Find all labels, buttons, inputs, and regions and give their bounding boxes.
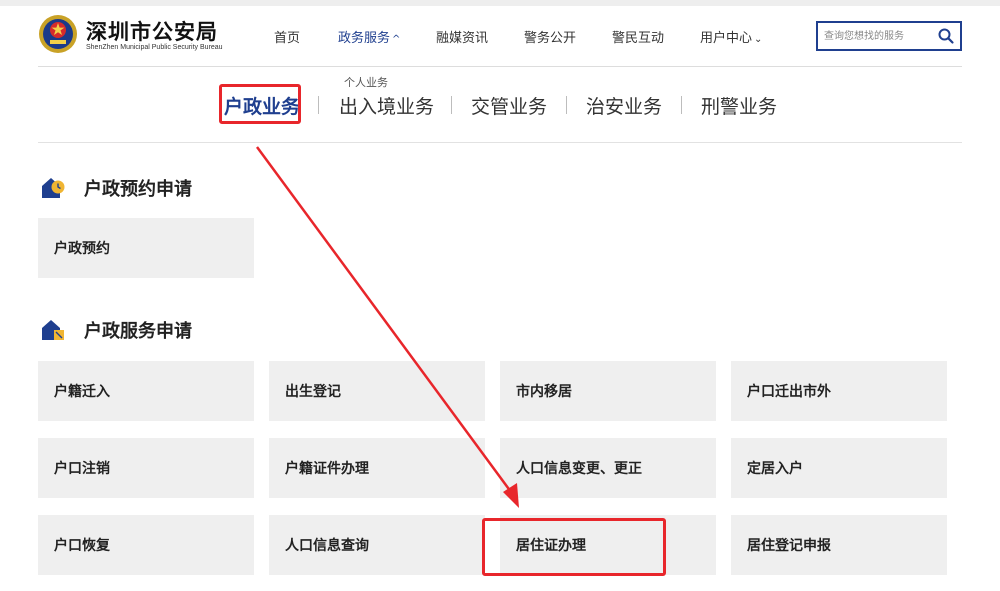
submenu-personal-business[interactable]: 个人业务 — [344, 74, 388, 90]
service-tile[interactable]: 人口信息变更、更正 — [500, 438, 716, 498]
search-icon[interactable] — [937, 27, 955, 45]
site-subtitle: ShenZhen Municipal Public Security Burea… — [86, 44, 223, 51]
service-tile-label: 户籍证件办理 — [285, 461, 369, 477]
nav-home[interactable]: 首页 — [274, 27, 300, 46]
search-input[interactable] — [824, 27, 936, 45]
nav-user-center[interactable]: 用户中心 ⌄ — [700, 27, 762, 46]
service-tile[interactable]: 人口信息查询 — [269, 515, 485, 575]
service-tile-label: 定居入户 — [747, 461, 803, 477]
tab-traffic[interactable]: 交管业务 — [471, 92, 547, 119]
nav-gov-services-label: 政务服务 — [338, 31, 391, 46]
nav-media-news-label: 融媒资讯 — [436, 31, 489, 46]
chevron-up-icon: ^ — [392, 34, 401, 45]
tab-public-security[interactable]: 治安业务 — [586, 92, 662, 119]
site-title: 深圳市公安局 — [86, 20, 218, 44]
service-tile[interactable]: 户口迁出市外 — [731, 361, 947, 421]
nav-police-affairs[interactable]: 警务公开 — [524, 27, 576, 46]
service-tile[interactable]: 户籍证件办理 — [269, 438, 485, 498]
tab-household[interactable]: 户政业务 — [224, 92, 300, 119]
service-tile[interactable]: 居住登记申报 — [731, 515, 947, 575]
service-tile-label: 户口注销 — [54, 461, 110, 477]
section-title-appointment: 户政预约申请 — [84, 179, 192, 200]
service-tile-label: 居住登记申报 — [747, 538, 831, 554]
police-emblem-icon — [39, 15, 77, 53]
service-tile[interactable]: 市内移居 — [500, 361, 716, 421]
nav-interaction[interactable]: 警民互动 — [612, 27, 664, 46]
nav-user-center-label: 用户中心 — [700, 31, 753, 46]
service-tile[interactable]: 户籍迁入 — [38, 361, 254, 421]
search-box — [816, 21, 962, 51]
tab-separator — [318, 96, 319, 114]
nav-home-label: 首页 — [274, 31, 301, 46]
service-tile-label: 出生登记 — [285, 384, 341, 400]
service-tile-label: 户口恢复 — [54, 538, 110, 554]
household-service-icon — [42, 320, 64, 340]
nav-interaction-label: 警民互动 — [612, 31, 665, 46]
tab-criminal[interactable]: 刑警业务 — [701, 92, 777, 119]
service-tile-label: 户口迁出市外 — [747, 384, 831, 400]
nav-media-news[interactable]: 融媒资讯 — [436, 27, 488, 46]
service-tile[interactable]: 定居入户 — [731, 438, 947, 498]
section-title-household-services: 户政服务申请 — [84, 321, 192, 342]
tab-entry-exit[interactable]: 出入境业务 — [339, 92, 434, 119]
service-tile[interactable]: 户政预约 — [38, 218, 254, 278]
service-tile-label: 人口信息变更、更正 — [516, 461, 642, 477]
chevron-down-icon: ⌄ — [754, 34, 763, 45]
service-tile[interactable]: 出生登记 — [269, 361, 485, 421]
appointment-icon — [42, 178, 65, 198]
service-tile-label: 户政预约 — [54, 241, 110, 257]
arrow-annotation — [255, 146, 519, 508]
header-divider — [38, 66, 962, 67]
service-tile-label: 户籍迁入 — [54, 384, 110, 400]
service-tile[interactable]: 户口恢复 — [38, 515, 254, 575]
nav-police-affairs-label: 警务公开 — [524, 31, 577, 46]
tab-separator — [681, 96, 682, 114]
service-tile[interactable]: 户口注销 — [38, 438, 254, 498]
service-tile-label: 人口信息查询 — [285, 538, 369, 554]
service-tile[interactable]: 居住证办理 — [500, 515, 716, 575]
tab-separator — [566, 96, 567, 114]
service-tile-label: 居住证办理 — [516, 538, 586, 554]
service-tile-label: 市内移居 — [516, 384, 572, 400]
tab-separator — [451, 96, 452, 114]
top-strip — [0, 0, 1000, 6]
tabs-divider — [38, 142, 962, 143]
nav-gov-services[interactable]: 政务服务 ^ — [338, 27, 400, 46]
